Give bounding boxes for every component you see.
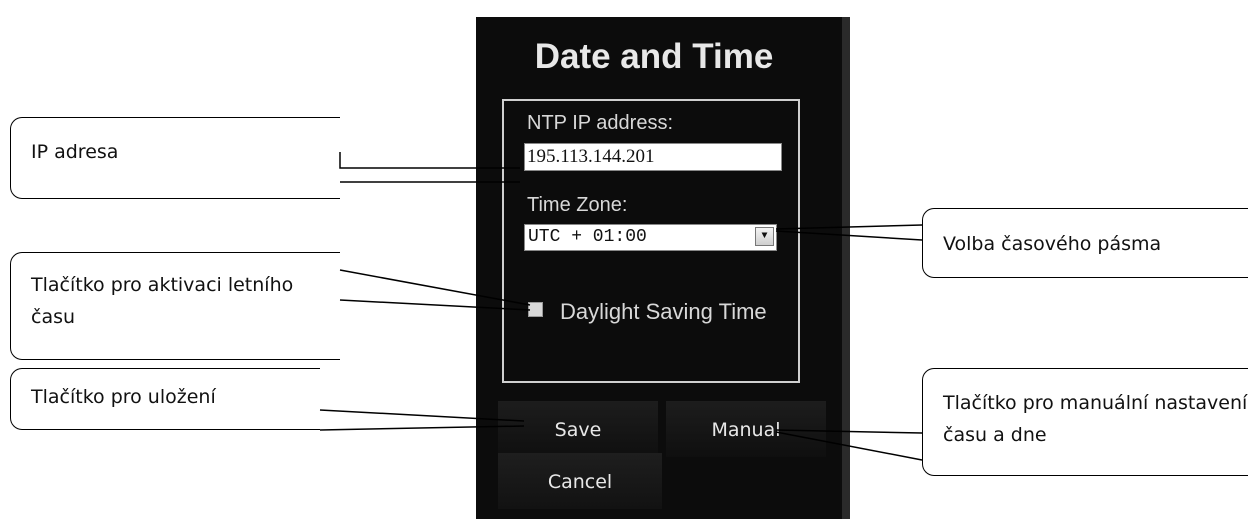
callout-save: Tlačítko pro uložení <box>10 368 320 430</box>
dropdown-arrow-icon[interactable]: ▼ <box>755 227 774 246</box>
settings-group: NTP IP address: 195.113.144.201 Time Zon… <box>502 99 800 383</box>
callout-manual: Tlačítko pro manuální nastavení času a d… <box>922 368 1248 476</box>
cancel-button[interactable]: Cancel <box>498 453 662 509</box>
time-zone-select[interactable]: UTC + 01:00 ▼ <box>524 224 777 251</box>
ntp-ip-label: NTP IP address: <box>527 112 673 134</box>
time-zone-value: UTC + 01:00 <box>528 227 647 247</box>
callout-ip-address: IP adresa <box>10 117 340 199</box>
callout-daylight-saving: Tlačítko pro aktivaci letního času <box>10 252 340 360</box>
dialog-title: Date and Time <box>534 37 774 76</box>
callout-time-zone: Volba časového pásma <box>922 208 1248 278</box>
daylight-saving-label: Daylight Saving Time <box>560 299 767 324</box>
time-zone-label: Time Zone: <box>527 194 628 216</box>
panel-edge <box>842 17 850 519</box>
ntp-ip-input[interactable]: 195.113.144.201 <box>524 143 782 171</box>
manual-button[interactable]: Manual <box>666 401 826 457</box>
save-button[interactable]: Save <box>498 401 658 457</box>
date-time-dialog: Date and Time NTP IP address: 195.113.14… <box>476 17 850 519</box>
